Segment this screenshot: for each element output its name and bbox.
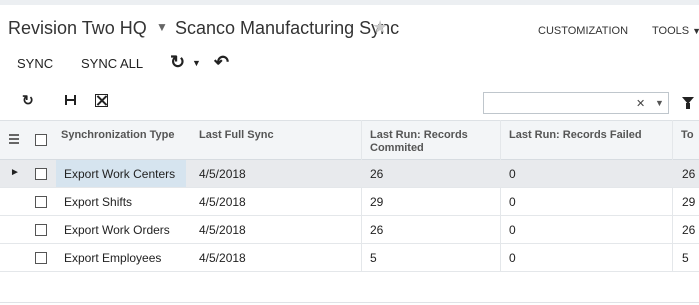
column-header-total[interactable]: To — [681, 129, 694, 142]
cell-sync-type[interactable]: Export Work Orders — [64, 223, 170, 237]
grid-search-box: ✕ ▼ — [483, 92, 669, 114]
cell-records-committed[interactable]: 5 — [370, 251, 377, 265]
cell-records-failed[interactable]: 0 — [509, 251, 516, 265]
customization-button[interactable]: CUSTOMIZATION — [538, 25, 628, 37]
refresh-icon[interactable]: ↻ — [170, 52, 185, 73]
tools-label: TOOLS — [652, 25, 690, 37]
cell-total[interactable]: 26 — [682, 223, 695, 237]
row-checkbox[interactable] — [35, 252, 47, 264]
export-to-excel-icon[interactable] — [95, 94, 108, 107]
cell-total[interactable]: 26 — [682, 167, 695, 181]
page-title: Scanco Manufacturing Sync — [175, 18, 400, 38]
grid-bottom-border — [0, 302, 699, 303]
row-checkbox[interactable] — [35, 224, 47, 236]
column-header-records-failed[interactable]: Last Run: Records Failed — [509, 129, 642, 142]
table-row[interactable]: Export Shifts 4/5/2018 29 0 29 — [0, 188, 699, 216]
fit-to-screen-icon[interactable] — [65, 95, 76, 105]
search-dropdown-icon[interactable]: ▼ — [655, 98, 664, 108]
select-all-checkbox[interactable] — [35, 134, 47, 146]
row-checkbox[interactable] — [35, 196, 47, 208]
cell-records-failed[interactable]: 0 — [509, 167, 516, 181]
favorite-star-icon[interactable]: ★ — [372, 17, 388, 38]
refresh-dropdown-icon[interactable]: ▼ — [192, 58, 201, 68]
tools-chevron-icon: ▼ — [692, 26, 699, 36]
cell-records-failed[interactable]: 0 — [509, 223, 516, 237]
table-row[interactable]: Export Work Orders 4/5/2018 26 0 26 — [0, 216, 699, 244]
undo-icon[interactable]: ↶ — [214, 52, 229, 73]
cell-total[interactable]: 29 — [682, 195, 695, 209]
search-input[interactable] — [488, 94, 632, 114]
row-checkbox[interactable] — [35, 168, 47, 180]
table-header: Synchronization Type Last Full Sync Last… — [0, 120, 699, 160]
cell-records-failed[interactable]: 0 — [509, 195, 516, 209]
cell-records-committed[interactable]: 26 — [370, 167, 383, 181]
clear-search-icon[interactable]: ✕ — [636, 97, 645, 110]
cell-records-committed[interactable]: 26 — [370, 223, 383, 237]
main-toolbar: SYNC SYNC ALL ↻ ▼ ↶ — [0, 50, 699, 78]
row-settings-icon[interactable] — [9, 134, 19, 146]
cell-records-committed[interactable]: 29 — [370, 195, 383, 209]
sync-button[interactable]: SYNC — [17, 56, 53, 71]
cell-last-full-sync[interactable]: 4/5/2018 — [199, 195, 246, 209]
cell-last-full-sync[interactable]: 4/5/2018 — [199, 167, 246, 181]
sync-all-button[interactable]: SYNC ALL — [81, 56, 143, 71]
cell-sync-type[interactable]: Export Shifts — [64, 195, 132, 209]
cell-sync-type[interactable]: Export Employees — [64, 251, 161, 265]
cell-total[interactable]: 5 — [682, 251, 689, 265]
column-header-last-full-sync[interactable]: Last Full Sync — [199, 129, 274, 142]
cell-last-full-sync[interactable]: 4/5/2018 — [199, 251, 246, 265]
column-header-sync-type[interactable]: Synchronization Type — [61, 129, 174, 142]
page-header: Revision Two HQ ▼ Scanco Manufacturing S… — [0, 5, 699, 47]
filter-icon[interactable] — [682, 97, 694, 109]
table-row[interactable]: Export Employees 4/5/2018 5 0 5 — [0, 244, 699, 272]
company-name[interactable]: Revision Two HQ — [8, 18, 147, 39]
current-row-indicator-icon: ► — [10, 167, 20, 178]
cell-last-full-sync[interactable]: 4/5/2018 — [199, 223, 246, 237]
grid-refresh-icon[interactable]: ↻ — [22, 92, 34, 109]
tools-button[interactable]: TOOLS ▼ — [652, 25, 699, 37]
table-row[interactable]: ► Export Work Centers 4/5/2018 26 0 26 — [0, 160, 699, 188]
cell-sync-type[interactable]: Export Work Centers — [64, 167, 175, 181]
column-header-records-committed[interactable]: Last Run: Records Commited — [370, 129, 480, 155]
company-dropdown-icon[interactable]: ▼ — [156, 20, 168, 34]
